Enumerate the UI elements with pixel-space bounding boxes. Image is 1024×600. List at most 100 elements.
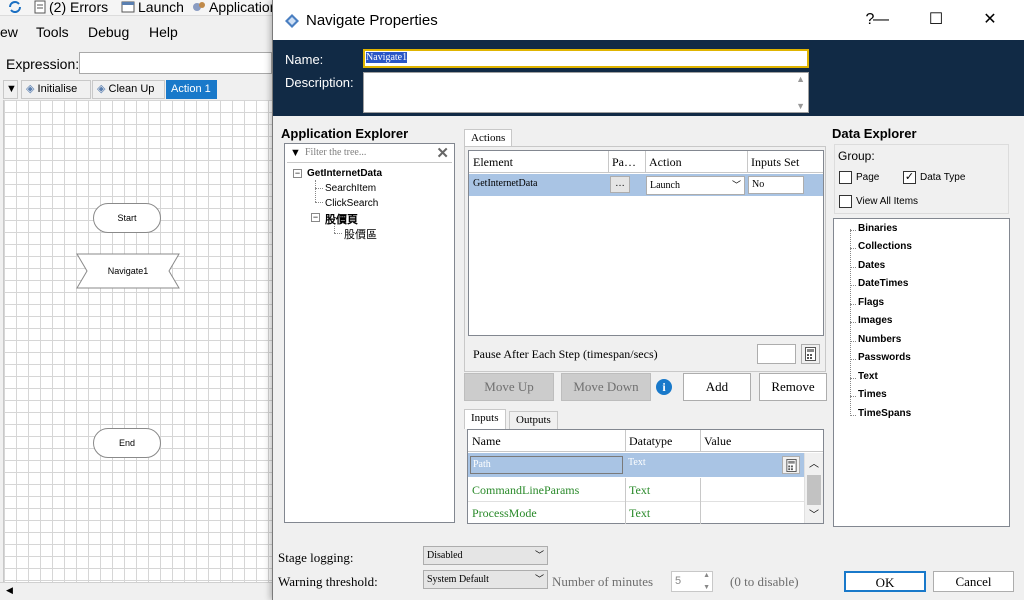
- column-value[interactable]: Value: [704, 434, 731, 449]
- filter-placeholder[interactable]: Filter the tree...: [305, 147, 366, 158]
- tab-actions[interactable]: Actions: [464, 129, 513, 147]
- stage-logging-select[interactable]: Disabled ﹀: [423, 546, 548, 565]
- chevron-down-icon: ﹀: [534, 550, 544, 560]
- data-item-binaries[interactable]: Binaries: [858, 223, 897, 234]
- move-up-button[interactable]: Move Up: [464, 373, 554, 401]
- process-canvas[interactable]: Start Navigate1 End: [3, 100, 272, 582]
- menu-debug[interactable]: Debug: [88, 24, 129, 40]
- scroll-down-icon[interactable]: ▼: [796, 101, 805, 111]
- tree-item-group[interactable]: 股價頁: [325, 211, 358, 227]
- inputs-vertical-scrollbar[interactable]: ︿ ﹀: [804, 453, 823, 523]
- action-select-value: Launch: [650, 180, 680, 191]
- column-params[interactable]: Pa…: [612, 155, 636, 170]
- expression-input[interactable]: [79, 52, 272, 74]
- pause-input[interactable]: [757, 344, 796, 364]
- input-name: CommandLineParams: [472, 483, 580, 497]
- input-row-processmode[interactable]: ProcessMode Text: [468, 502, 804, 524]
- calculator-button[interactable]: [801, 344, 820, 364]
- filter-box[interactable]: ▼ Filter the tree... ✕: [287, 145, 452, 163]
- expression-builder-button[interactable]: [782, 456, 800, 474]
- end-node[interactable]: End: [93, 428, 161, 458]
- canvas-horizontal-scrollbar[interactable]: ◀: [0, 582, 272, 600]
- tree-item-group-child[interactable]: 股價區: [344, 226, 377, 242]
- data-item-passwords[interactable]: Passwords: [858, 352, 911, 363]
- spin-down-icon[interactable]: ▼: [703, 584, 710, 591]
- column-action[interactable]: Action: [649, 155, 682, 170]
- actions-row[interactable]: GetInternetData … Launch ﹀ No: [469, 174, 823, 196]
- menu-help[interactable]: Help: [149, 24, 178, 40]
- scroll-left-icon[interactable]: ◀: [6, 585, 13, 596]
- action-select[interactable]: Launch ﹀: [646, 176, 745, 195]
- chevron-down-icon: ﹀: [731, 180, 741, 190]
- name-input[interactable]: Navigate1: [363, 49, 809, 68]
- page-tabs-dropdown[interactable]: ▼: [3, 80, 18, 99]
- page-checkbox[interactable]: [839, 171, 852, 184]
- add-button[interactable]: Add: [683, 373, 751, 401]
- data-item-times[interactable]: Times: [858, 389, 887, 400]
- column-name[interactable]: Name: [472, 434, 501, 449]
- data-item-flags[interactable]: Flags: [858, 297, 884, 308]
- start-node[interactable]: Start: [93, 203, 161, 233]
- column-datatype[interactable]: Datatype: [629, 434, 672, 449]
- refresh-icon[interactable]: [7, 0, 26, 16]
- cancel-button[interactable]: Cancel: [933, 571, 1014, 592]
- close-button[interactable]: ✕: [967, 0, 1013, 40]
- data-item-datetimes[interactable]: DateTimes: [858, 278, 908, 289]
- menu-view[interactable]: ew: [0, 24, 18, 40]
- minutes-spinner[interactable]: 5 ▲ ▼: [671, 571, 713, 592]
- actions-tab-panel: Element Pa… Action Inputs Set GetInterne…: [464, 146, 826, 372]
- input-row-path[interactable]: Path Text: [468, 453, 804, 477]
- ok-button[interactable]: OK: [844, 571, 926, 592]
- scroll-up-icon[interactable]: ▲: [796, 74, 805, 84]
- description-input[interactable]: ▲ ▼: [363, 72, 809, 113]
- collapse-icon[interactable]: −: [311, 213, 320, 222]
- page-tab-action-1[interactable]: Action 1: [166, 80, 217, 99]
- errors-button[interactable]: (2) Errors: [34, 0, 108, 16]
- tab-inputs[interactable]: Inputs: [464, 409, 506, 429]
- expression-label: Expression:: [6, 56, 80, 72]
- move-down-button[interactable]: Move Down: [561, 373, 651, 401]
- launch-button[interactable]: Launch: [121, 0, 184, 16]
- group-label: Group:: [838, 149, 875, 163]
- launch-label: Launch: [138, 0, 184, 15]
- data-item-collections[interactable]: Collections: [858, 241, 912, 252]
- data-item-text[interactable]: Text: [858, 371, 878, 382]
- tree-item-getinternetdata[interactable]: GetInternetData: [307, 168, 382, 179]
- input-row-commandlineparams[interactable]: CommandLineParams Text: [468, 478, 804, 502]
- scroll-down-icon[interactable]: ﹀: [809, 506, 819, 521]
- tab-outputs[interactable]: Outputs: [509, 411, 558, 429]
- warning-threshold-select[interactable]: System Default ﹀: [423, 570, 548, 589]
- data-item-timespans[interactable]: TimeSpans: [858, 408, 911, 419]
- scrollbar-thumb[interactable]: [807, 475, 821, 505]
- inputs-grid-header: Name Datatype Value: [468, 430, 823, 452]
- info-icon[interactable]: i: [656, 379, 672, 395]
- params-button[interactable]: …: [610, 176, 630, 193]
- spin-up-icon[interactable]: ▲: [703, 572, 710, 579]
- path-name-field[interactable]: Path: [470, 456, 623, 474]
- page-tab-initialise[interactable]: ◈ Initialise: [21, 80, 91, 99]
- clear-filter-icon[interactable]: ✕: [436, 144, 449, 162]
- column-element[interactable]: Element: [473, 155, 513, 170]
- data-item-images[interactable]: Images: [858, 315, 892, 326]
- input-datatype: Text: [628, 457, 646, 468]
- remove-button[interactable]: Remove: [759, 373, 827, 401]
- data-item-numbers[interactable]: Numbers: [858, 334, 901, 345]
- dialog-title: Navigate Properties: [306, 12, 438, 29]
- data-item-dates[interactable]: Dates: [858, 260, 885, 271]
- page-tab-clean-up[interactable]: ◈ Clean Up: [92, 80, 165, 99]
- column-inputs-set[interactable]: Inputs Set: [751, 155, 799, 170]
- maximize-button[interactable]: ☐: [913, 0, 959, 40]
- tree-item-searchitem[interactable]: SearchItem: [325, 183, 376, 194]
- scroll-up-icon[interactable]: ︿: [809, 455, 819, 470]
- tree-item-clicksearch[interactable]: ClickSearch: [325, 198, 378, 209]
- page-icon: ◈: [26, 83, 35, 95]
- menu-tools[interactable]: Tools: [36, 24, 69, 40]
- params-ellipsis: …: [615, 178, 625, 189]
- collapse-icon[interactable]: −: [293, 169, 302, 178]
- calculator-icon: [805, 347, 816, 361]
- page-tab-label: Clean Up: [108, 83, 155, 95]
- maximize-icon: ☐: [928, 11, 944, 28]
- data-type-checkbox[interactable]: ✓: [903, 171, 916, 184]
- minimize-button[interactable]: —: [871, 0, 891, 40]
- view-all-checkbox[interactable]: [839, 195, 852, 208]
